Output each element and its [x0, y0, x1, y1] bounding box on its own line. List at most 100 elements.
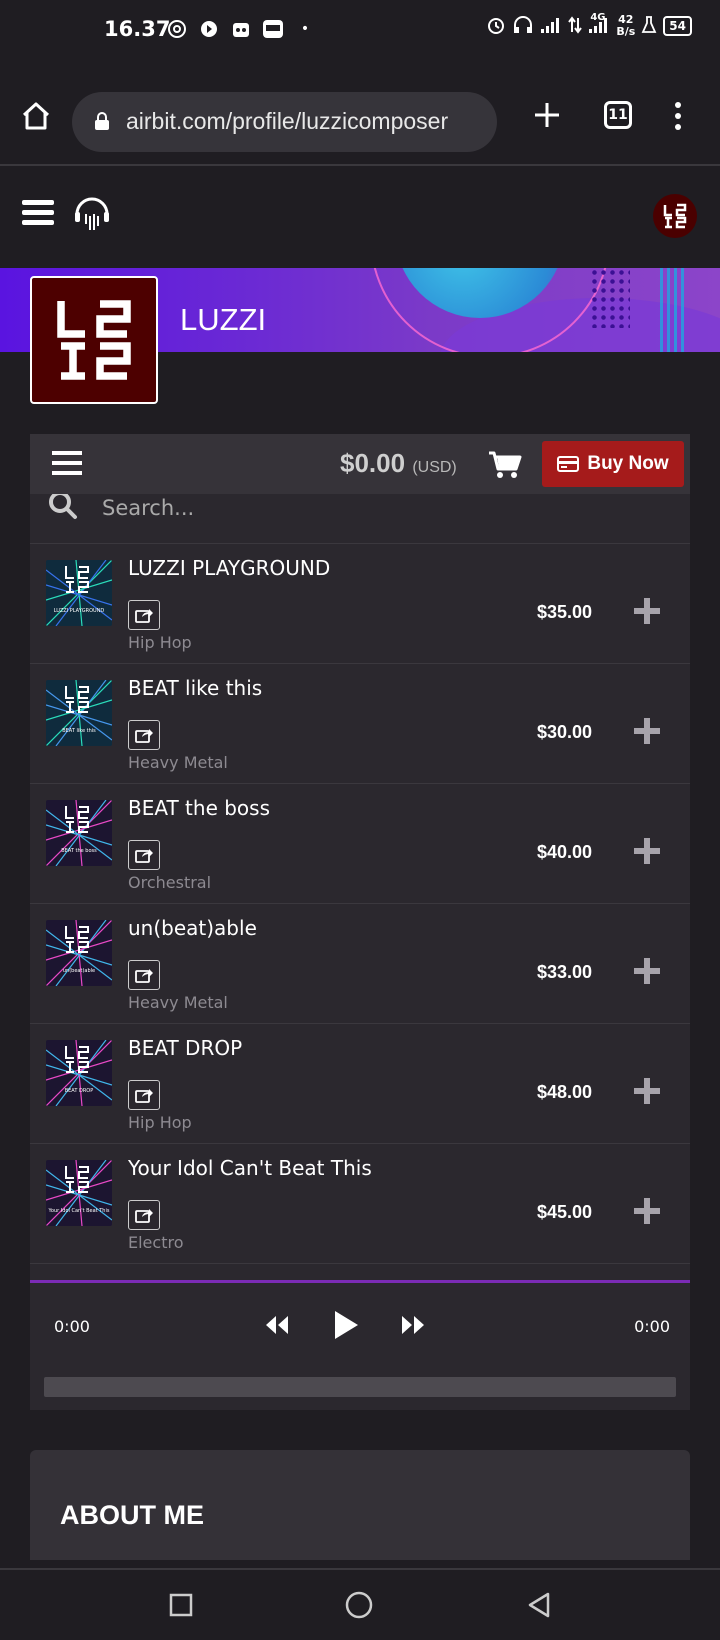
- track-price: $35.00: [536, 602, 592, 622]
- track-price: $48.00: [536, 1082, 592, 1102]
- signal-icon: [540, 16, 562, 37]
- buy-now-button[interactable]: Buy Now: [542, 441, 684, 487]
- cart-total: $0.00 (USD): [340, 448, 457, 479]
- home-icon[interactable]: [20, 100, 52, 132]
- data-transfer-icon: [568, 15, 583, 37]
- share-button[interactable]: [128, 840, 160, 870]
- headphones-icon: [512, 15, 534, 38]
- track-genre: Heavy Metal: [128, 753, 228, 772]
- recents-icon[interactable]: [166, 1590, 196, 1620]
- buy-now-label: Buy Now: [587, 453, 669, 474]
- share-icon: [135, 609, 153, 623]
- new-tab-icon[interactable]: [530, 98, 564, 132]
- track-title[interactable]: BEAT DROP: [128, 1036, 242, 1060]
- kuk-app-icon: [262, 18, 284, 40]
- track-row[interactable]: LUZZI PLAYGROUND LUZZI PLAYGROUND Hip Ho…: [30, 544, 690, 664]
- share-icon: [135, 969, 153, 983]
- track-row[interactable]: un(beat)able un(beat)able Heavy Metal $3…: [30, 904, 690, 1024]
- share-icon: [135, 1209, 153, 1223]
- alarm-icon: [486, 15, 506, 38]
- share-button[interactable]: [128, 960, 160, 990]
- share-button[interactable]: [128, 1200, 160, 1230]
- search-row: [30, 494, 690, 544]
- beat-store: $0.00 (USD) Buy Now LUZZI PLAYGROUND LUZ…: [30, 434, 690, 1410]
- profile-name: LUZZI: [180, 302, 267, 337]
- search-input[interactable]: [102, 494, 662, 528]
- track-cover[interactable]: un(beat)able: [46, 920, 112, 986]
- track-row[interactable]: Your Idol Can't Beat This Your Idol Can'…: [30, 1144, 690, 1264]
- rewind-icon[interactable]: [260, 1305, 294, 1345]
- share-button[interactable]: [128, 600, 160, 630]
- add-to-cart-icon[interactable]: [634, 718, 660, 744]
- browser-toolbar: airbit.com/profile/luzzicomposer 11: [0, 62, 720, 166]
- battery-icon: 54: [663, 16, 692, 36]
- track-genre: Orchestral: [128, 873, 212, 892]
- progress-bar[interactable]: [44, 1377, 676, 1397]
- site-header: [0, 166, 720, 268]
- share-icon: [135, 729, 153, 743]
- cart-amount: $0.00: [340, 448, 406, 478]
- fast-forward-icon[interactable]: [396, 1305, 430, 1345]
- track-row[interactable]: BEAT DROP BEAT DROP Hip Hop $48.00: [30, 1024, 690, 1144]
- cart-icon[interactable]: [488, 450, 522, 480]
- more-options-icon[interactable]: [672, 100, 684, 132]
- add-to-cart-icon[interactable]: [634, 598, 660, 624]
- cover-caption: BEAT DROP: [65, 1088, 94, 1094]
- about-section: ABOUT ME: [30, 1450, 690, 1560]
- share-icon: [135, 849, 153, 863]
- airbit-logo-icon[interactable]: [74, 192, 110, 234]
- track-cover[interactable]: BEAT like this: [46, 680, 112, 746]
- play-icon[interactable]: [326, 1305, 366, 1345]
- flask-icon: [641, 15, 657, 37]
- signal-4g-icon: 4G: [588, 12, 610, 37]
- track-cover[interactable]: BEAT the boss: [46, 800, 112, 866]
- track-cover[interactable]: Your Idol Can't Beat This: [46, 1160, 112, 1226]
- share-button[interactable]: [128, 1080, 160, 1110]
- url-bar[interactable]: airbit.com/profile/luzzicomposer: [72, 92, 497, 152]
- site-menu-icon[interactable]: [22, 200, 54, 226]
- add-to-cart-icon[interactable]: [634, 1078, 660, 1104]
- app-icon: [230, 18, 252, 40]
- network-type: 4G: [590, 11, 606, 23]
- add-to-cart-icon[interactable]: [634, 838, 660, 864]
- track-title[interactable]: BEAT the boss: [128, 796, 270, 820]
- track-title[interactable]: un(beat)able: [128, 916, 257, 940]
- track-price: $40.00: [536, 842, 592, 862]
- net-speed-unit: B/s: [616, 25, 636, 38]
- track-genre: Hip Hop: [128, 1113, 192, 1132]
- status-time: 16.37: [104, 17, 171, 41]
- track-genre: Hip Hop: [128, 633, 192, 652]
- track-cover[interactable]: BEAT DROP: [46, 1040, 112, 1106]
- track-row[interactable]: BEAT like this BEAT like this Heavy Meta…: [30, 664, 690, 784]
- home-nav-icon[interactable]: [344, 1590, 374, 1620]
- user-avatar[interactable]: [653, 194, 697, 238]
- url-text: airbit.com/profile/luzzicomposer: [126, 108, 449, 134]
- track-title[interactable]: Your Idol Can't Beat This: [128, 1156, 372, 1180]
- add-to-cart-icon[interactable]: [634, 1198, 660, 1224]
- cover-caption: LUZZI PLAYGROUND: [54, 608, 105, 614]
- tab-count-button[interactable]: 11: [604, 101, 632, 129]
- status-bar: 16.37 • 4G 42 B/s 54: [0, 0, 720, 62]
- track-price: $45.00: [536, 1202, 592, 1222]
- share-button[interactable]: [128, 720, 160, 750]
- track-row[interactable]: BEAT the boss BEAT the boss Orchestral $…: [30, 784, 690, 904]
- status-right-icons: 4G 42 B/s 54: [486, 12, 692, 38]
- track-genre: Electro: [128, 1233, 184, 1252]
- store-menu-icon[interactable]: [52, 451, 82, 475]
- profile-avatar[interactable]: [30, 276, 158, 404]
- track-title[interactable]: LUZZI PLAYGROUND: [128, 556, 330, 580]
- add-to-cart-icon[interactable]: [634, 958, 660, 984]
- cover-caption: BEAT like this: [62, 728, 96, 734]
- track-genre: Heavy Metal: [128, 993, 228, 1012]
- net-speed: 42 B/s: [616, 14, 635, 38]
- track-title[interactable]: BEAT like this: [128, 676, 262, 700]
- search-icon: [48, 494, 78, 524]
- dot-icon: •: [300, 21, 310, 37]
- cover-caption: BEAT the boss: [61, 848, 97, 854]
- cart-currency: (USD): [412, 459, 457, 476]
- track-cover[interactable]: LUZZI PLAYGROUND: [46, 560, 112, 626]
- play-store-icon: [198, 18, 220, 40]
- track-list: LUZZI PLAYGROUND LUZZI PLAYGROUND Hip Ho…: [30, 544, 690, 1264]
- back-icon[interactable]: [524, 1590, 554, 1620]
- cover-caption: Your Idol Can't Beat This: [48, 1208, 110, 1214]
